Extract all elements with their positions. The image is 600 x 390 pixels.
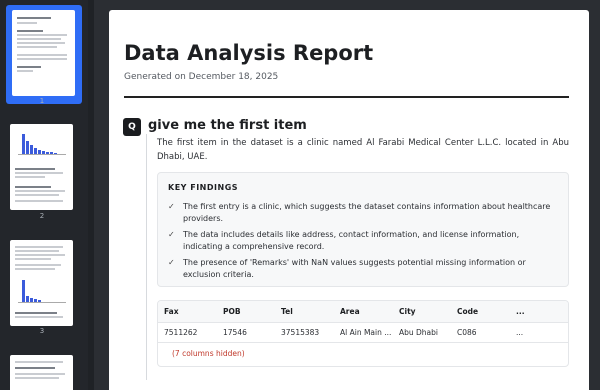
- thumb-line: [17, 66, 41, 68]
- check-icon: ✓: [168, 258, 175, 267]
- thumb-line: [15, 377, 59, 379]
- table-cell: ...: [516, 328, 524, 337]
- page-thumbnail-sidebar: 1 2 3: [0, 0, 88, 390]
- thumb-axis: [18, 302, 66, 303]
- answer-indent-line: [146, 134, 147, 380]
- thumb-line: [15, 250, 59, 252]
- thumb-line: [15, 373, 65, 375]
- page-thumbnail-1[interactable]: [12, 10, 75, 96]
- finding-text: The first entry is a clinic, which sugge…: [183, 202, 551, 223]
- table-cell: Abu Dhabi: [399, 328, 438, 337]
- data-table: Fax POB Tel Area City Code ... 7511262 1…: [157, 300, 569, 367]
- finding-text: The data includes details like address, …: [183, 230, 520, 251]
- thumb-line: [17, 46, 57, 48]
- key-findings-heading: KEY FINDINGS: [168, 183, 239, 192]
- thumb-line: [17, 22, 37, 24]
- thumb-line: [15, 176, 45, 178]
- column-header: POB: [223, 307, 241, 316]
- check-icon: ✓: [168, 202, 175, 211]
- thumb-line: [17, 58, 67, 60]
- question-text: give me the first item: [148, 118, 307, 133]
- thumb-line: [15, 312, 57, 314]
- table-header-row: Fax POB Tel Area City Code ...: [158, 301, 568, 323]
- thumb-title-line: [17, 17, 51, 19]
- thumb-line: [17, 30, 43, 32]
- report-page: Data Analysis Report Generated on Decemb…: [109, 10, 589, 390]
- finding-item: ✓ The presence of 'Remarks' with NaN val…: [168, 257, 558, 281]
- thumb-bar: [26, 141, 29, 154]
- thumb-line: [15, 316, 63, 318]
- question-badge: Q: [123, 118, 141, 136]
- thumb-axis: [18, 154, 66, 155]
- thumb-line: [17, 38, 61, 40]
- table-cell: 37515383: [281, 328, 320, 337]
- key-findings-list: ✓ The first entry is a clinic, which sug…: [168, 201, 558, 285]
- thumb-line: [17, 42, 65, 44]
- thumb-line: [15, 367, 55, 369]
- column-header: Fax: [164, 307, 179, 316]
- thumb-line: [15, 264, 61, 266]
- table-cell: 17546: [223, 328, 247, 337]
- page-number-1: 1: [39, 97, 45, 105]
- thumb-bar: [30, 145, 33, 154]
- thumb-line: [15, 254, 65, 256]
- finding-item: ✓ The data includes details like address…: [168, 229, 558, 253]
- page-title: Data Analysis Report: [124, 41, 374, 65]
- thumb-line: [17, 34, 67, 36]
- column-header: ...: [516, 307, 525, 316]
- thumb-line: [15, 200, 63, 202]
- thumb-line: [15, 172, 63, 174]
- thumb-line: [17, 70, 33, 72]
- page-thumbnail-4[interactable]: [10, 355, 73, 390]
- page-number-2: 2: [39, 212, 45, 220]
- finding-text: The presence of 'Remarks' with NaN value…: [183, 258, 526, 279]
- column-header: City: [399, 307, 416, 316]
- column-header: Tel: [281, 307, 293, 316]
- thumb-line: [15, 268, 55, 270]
- thumb-line: [15, 186, 51, 188]
- page-number-3: 3: [39, 327, 45, 335]
- hidden-columns-note: (7 columns hidden): [172, 349, 245, 358]
- thumb-bar: [22, 134, 25, 154]
- table-cell: C086: [457, 328, 477, 337]
- thumb-line: [15, 361, 63, 363]
- thumb-line: [15, 258, 51, 260]
- thumb-line: [15, 194, 59, 196]
- thumb-line: [15, 168, 55, 170]
- table-cell: 7511262: [164, 328, 198, 337]
- finding-item: ✓ The first entry is a clinic, which sug…: [168, 201, 558, 225]
- thumb-bar: [22, 280, 25, 302]
- column-header: Code: [457, 307, 479, 316]
- thumb-line: [15, 246, 63, 248]
- thumb-line: [15, 190, 65, 192]
- answer-text: The first item in the dataset is a clini…: [157, 138, 569, 162]
- table-cell: Al Ain Main ...: [340, 328, 392, 337]
- page-thumbnail-2[interactable]: [10, 124, 73, 210]
- thumb-line: [17, 54, 67, 56]
- page-thumbnail-3[interactable]: [10, 240, 73, 326]
- sidebar-divider[interactable]: [88, 0, 94, 390]
- check-icon: ✓: [168, 230, 175, 239]
- table-row: 7511262 17546 37515383 Al Ain Main ... A…: [158, 323, 568, 343]
- generated-date: Generated on December 18, 2025: [124, 72, 279, 82]
- column-header: Area: [340, 307, 360, 316]
- title-divider: [124, 96, 569, 98]
- key-findings-box: KEY FINDINGS ✓ The first entry is a clin…: [157, 172, 569, 287]
